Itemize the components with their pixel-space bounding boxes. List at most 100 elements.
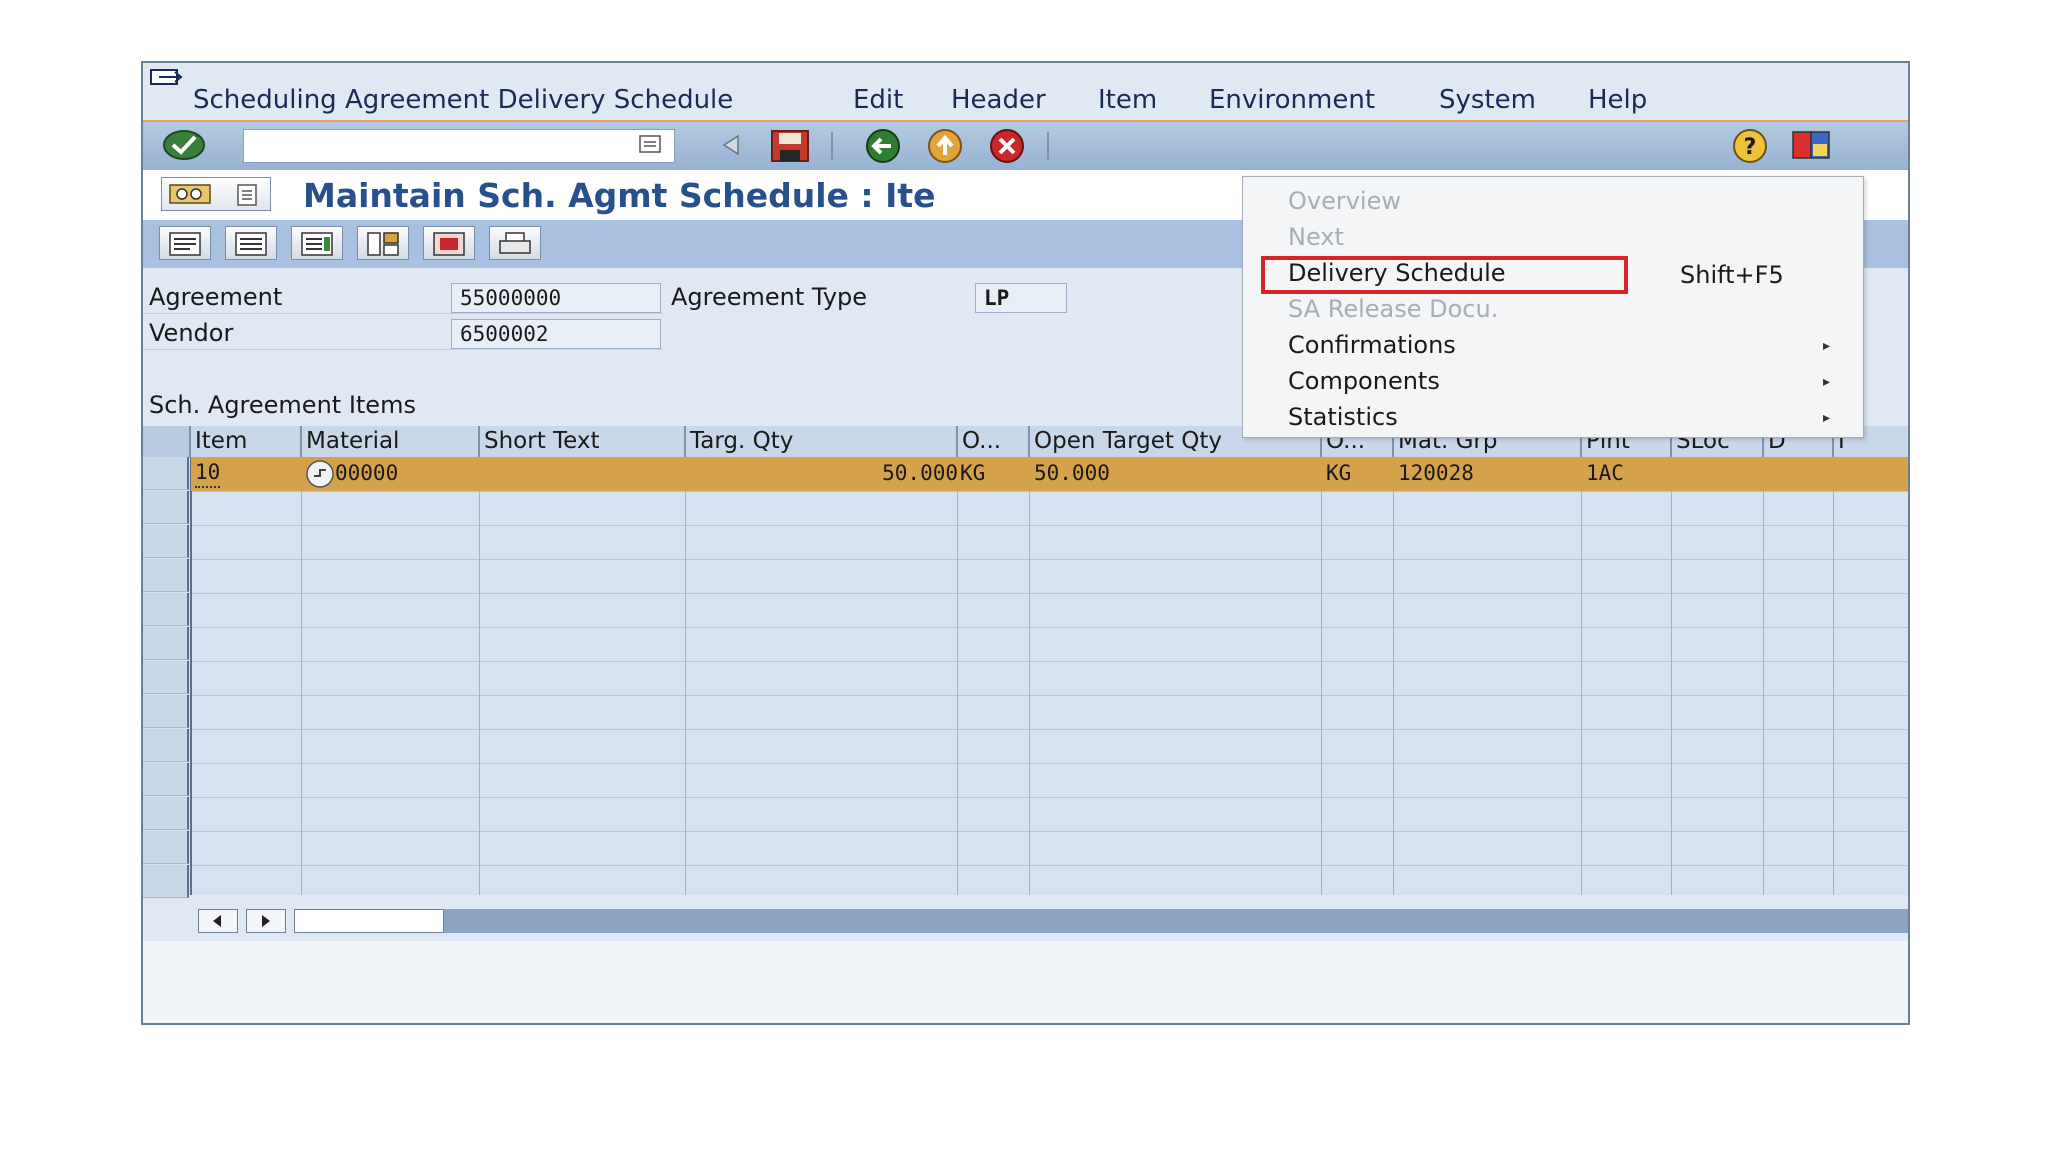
header-details-button[interactable] <box>225 226 277 260</box>
column-divider <box>957 457 958 895</box>
command-field[interactable] <box>243 129 675 163</box>
col-header-targ-qty[interactable]: Targ. Qty <box>686 426 958 457</box>
menu-bar: Scheduling Agreement Delivery Schedule E… <box>143 63 1908 120</box>
cancel-icon[interactable] <box>985 128 1029 164</box>
svg-text:?: ? <box>1744 135 1757 160</box>
vendor-field[interactable]: 6500002 <box>451 319 661 349</box>
command-history-icon[interactable] <box>638 134 662 156</box>
items-table: Item Material Short Text Targ. Qty O... … <box>143 426 1908 898</box>
cell-plnt[interactable]: 1AC <box>1586 458 1624 489</box>
system-menu-icon[interactable] <box>149 67 185 89</box>
menu-option-overview[interactable]: Overview <box>1288 187 1401 215</box>
display-change-button[interactable] <box>161 177 271 211</box>
column-divider <box>685 457 686 895</box>
cell-material[interactable]: 00000 <box>335 458 398 489</box>
help-icon[interactable]: ? <box>1728 128 1772 164</box>
triangle-right-icon <box>262 915 270 927</box>
menu-item[interactable]: Item <box>1098 85 1157 115</box>
back-icon[interactable] <box>861 128 905 164</box>
sap-window: Scheduling Agreement Delivery Schedule E… <box>141 61 1910 1025</box>
cell-mat-grp[interactable]: 120028 <box>1398 458 1474 489</box>
cell-unit-2[interactable]: KG <box>1326 458 1351 489</box>
document-list-icon <box>169 232 201 256</box>
exit-icon[interactable] <box>923 128 967 164</box>
print-button[interactable] <box>489 226 541 260</box>
column-divider <box>1029 457 1030 895</box>
scroll-thumb[interactable] <box>294 909 444 933</box>
scroll-right-button[interactable] <box>246 909 286 933</box>
submenu-arrow-icon: ▸ <box>1823 410 1831 426</box>
menu-option-components[interactable]: Components <box>1288 367 1440 395</box>
col-header-unit-1[interactable]: O... <box>958 426 1030 457</box>
material-status-icon <box>306 460 334 488</box>
row-selector[interactable] <box>143 491 189 524</box>
document-edit-icon <box>301 232 333 256</box>
agreement-field[interactable]: 55000000 <box>451 283 661 313</box>
row-selector[interactable] <box>143 457 189 490</box>
texts-button[interactable] <box>423 226 475 260</box>
vendor-label: Vendor <box>149 319 234 347</box>
row-selector[interactable] <box>143 627 189 660</box>
menu-help[interactable]: Help <box>1588 85 1647 115</box>
printer-icon <box>499 232 531 254</box>
row-selector[interactable] <box>143 865 189 898</box>
row-selector[interactable] <box>143 695 189 728</box>
col-header-item[interactable]: Item <box>191 426 302 457</box>
table-row[interactable]: 10 00000 50.000 KG 50.000 KG 120028 1AC <box>191 457 1908 491</box>
cell-item[interactable]: 10 <box>195 458 221 488</box>
column-divider <box>1833 457 1834 895</box>
column-divider <box>1671 457 1672 895</box>
menu-edit[interactable]: Edit <box>853 85 903 115</box>
menu-header[interactable]: Header <box>951 85 1046 115</box>
header-overview-button[interactable] <box>159 226 211 260</box>
agreement-type-field[interactable]: LP <box>975 283 1067 313</box>
row-selector[interactable] <box>143 525 189 558</box>
cell-unit-1[interactable]: KG <box>960 458 985 489</box>
glasses-pencil-icon <box>169 184 211 204</box>
row-selector[interactable] <box>143 797 189 830</box>
scroll-track[interactable] <box>294 909 1908 933</box>
save-icon[interactable] <box>768 128 812 164</box>
column-divider <box>1321 457 1322 895</box>
submenu-arrow-icon: ▸ <box>1823 338 1831 354</box>
menu-scheduling-agreement[interactable]: Scheduling Agreement Delivery Schedule <box>193 85 733 115</box>
toolbar-separator <box>831 132 833 160</box>
agreement-label: Agreement <box>149 283 283 311</box>
column-divider <box>1763 457 1764 895</box>
row-selector[interactable] <box>143 729 189 762</box>
menu-option-sa-release-docu[interactable]: SA Release Docu. <box>1288 295 1498 323</box>
other-document-icon <box>237 184 257 206</box>
delivery-schedule-highlight-box <box>1261 256 1628 294</box>
row-selector[interactable] <box>143 593 189 626</box>
cell-open-target-qty[interactable]: 50.000 <box>1034 458 1110 489</box>
enter-check-icon[interactable] <box>161 128 207 162</box>
delivery-schedule-shortcut: Shift+F5 <box>1680 261 1784 289</box>
menu-option-statistics[interactable]: Statistics <box>1288 403 1398 431</box>
menu-environment[interactable]: Environment <box>1209 85 1375 115</box>
menu-option-confirmations[interactable]: Confirmations <box>1288 331 1456 359</box>
menu-system[interactable]: System <box>1439 85 1536 115</box>
column-divider <box>301 457 302 895</box>
cell-targ-qty[interactable]: 50.000 <box>686 458 958 489</box>
col-header-short-text[interactable]: Short Text <box>480 426 686 457</box>
triangle-left-icon <box>213 915 221 927</box>
row-selector[interactable] <box>143 661 189 694</box>
column-divider <box>479 457 480 895</box>
hierarchy-icon <box>367 232 399 256</box>
row-selector[interactable] <box>143 763 189 796</box>
item-details-button[interactable] <box>291 226 343 260</box>
back-arrow-small-icon[interactable] <box>718 132 744 158</box>
agreement-type-label: Agreement Type <box>671 283 868 311</box>
horizontal-scrollbar <box>143 903 1908 941</box>
menu-option-next[interactable]: Next <box>1288 223 1344 251</box>
hierarchy-button[interactable] <box>357 226 409 260</box>
text-document-icon <box>433 232 465 256</box>
row-selector[interactable] <box>143 831 189 864</box>
col-header-material[interactable]: Material <box>302 426 480 457</box>
scroll-left-button[interactable] <box>198 909 238 933</box>
submenu-arrow-icon: ▸ <box>1823 374 1831 390</box>
toolbar-separator <box>1047 132 1049 160</box>
row-selector[interactable] <box>143 559 189 592</box>
select-all-corner[interactable] <box>143 426 191 457</box>
customize-layout-icon[interactable] <box>1789 128 1835 164</box>
